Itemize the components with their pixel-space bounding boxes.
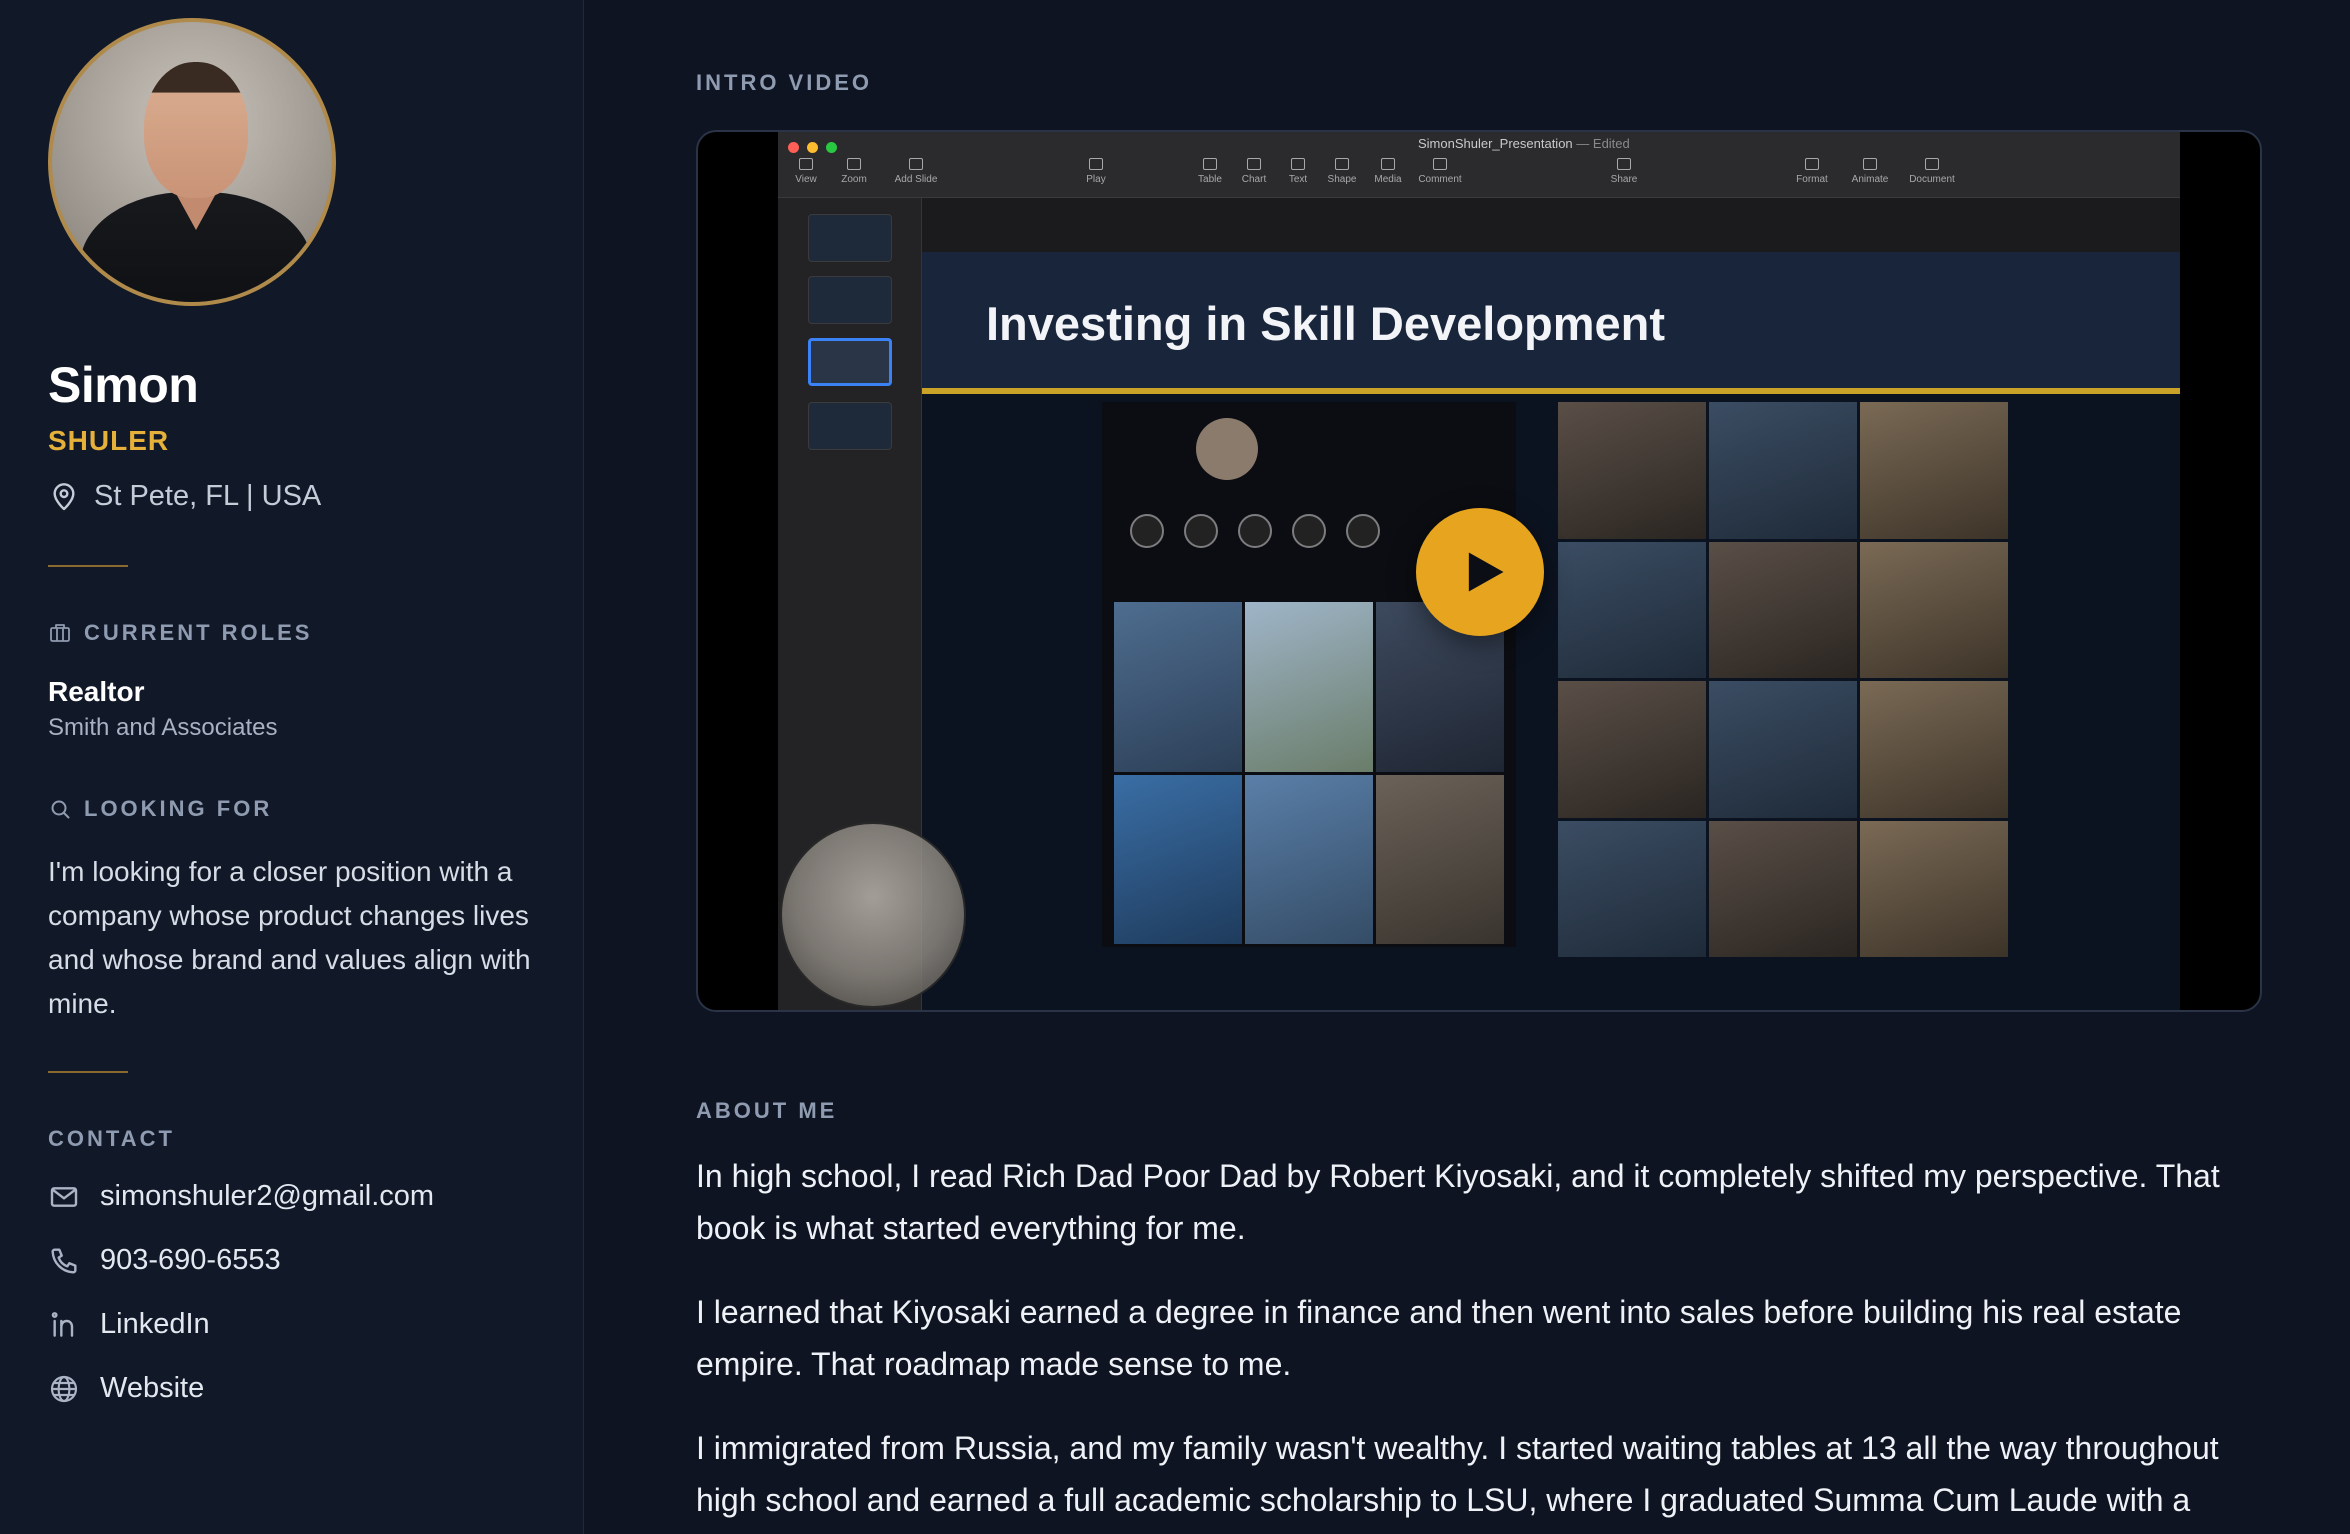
profile-first-name: Simon	[48, 357, 199, 413]
profile-main: INTRO VIDEO SimonShuler_Presentation — E…	[585, 0, 2350, 1534]
collage-tile	[1709, 820, 1857, 957]
slide-thumbnail-collage	[1558, 402, 2008, 957]
contact-phone[interactable]: 903-690-6553	[100, 1244, 281, 1277]
profile-page: Simon SHULER St Pete, FL | USA CURRENT R…	[0, 0, 2350, 1534]
ig-post	[1245, 602, 1373, 772]
slide-header: Investing in Skill Development	[922, 252, 2180, 394]
keynote-tools: View Zoom Add Slide Play Table Chart Tex…	[778, 158, 2180, 194]
current-roles-label: CURRENT ROLES	[84, 620, 313, 645]
tool-media: Media	[1358, 158, 1418, 185]
keynote-window-title: SimonShuler_Presentation — Edited	[1418, 136, 1630, 151]
tool-play: Play	[1066, 158, 1126, 185]
mail-icon	[50, 1186, 78, 1207]
contact-label: CONTACT	[48, 1126, 175, 1151]
contact-email-link[interactable]: simonshuler2@gmail.com	[48, 1180, 434, 1213]
ig-avatar	[1196, 418, 1258, 480]
ig-post	[1376, 774, 1504, 944]
ig-post-grid	[1114, 602, 1504, 944]
profile-last-name: SHULER	[48, 425, 170, 456]
intro-video-player[interactable]: SimonShuler_Presentation — Edited View Z…	[696, 130, 2262, 1012]
role-company: Smith and Associates	[48, 714, 278, 741]
about-paragraph: In high school, I read Rich Dad Poor Dad…	[696, 1158, 2220, 1246]
map-pin-icon	[53, 482, 75, 510]
avatar	[48, 18, 336, 306]
tool-comment: Comment	[1410, 158, 1470, 185]
tool-add-slide: Add Slide	[886, 158, 946, 185]
ig-post	[1245, 774, 1373, 944]
slide-thumbnail	[808, 276, 892, 324]
play-button[interactable]	[1416, 508, 1544, 636]
ig-highlight	[1238, 514, 1272, 548]
divider	[48, 1071, 128, 1073]
slide-thumbnail-selected	[808, 338, 892, 386]
looking-for-text: I'm looking for a closer position with a…	[48, 856, 531, 1019]
section-looking-for: LOOKING FOR	[48, 796, 272, 822]
about-paragraph: I immigrated from Russia, and my family …	[696, 1430, 2219, 1518]
ig-highlight	[1184, 514, 1218, 548]
about-paragraph: I learned that Kiyosaki earned a degree …	[696, 1294, 2182, 1382]
ig-highlight	[1130, 514, 1164, 548]
tool-zoom: Zoom	[824, 158, 884, 185]
about-me-label: ABOUT ME	[696, 1098, 838, 1123]
ig-post	[1114, 774, 1242, 944]
contact-email[interactable]: simonshuler2@gmail.com	[100, 1180, 434, 1213]
window-controls	[788, 142, 837, 153]
contact-website-link[interactable]: Website	[48, 1372, 204, 1405]
keynote-file-name: SimonShuler_Presentation	[1418, 136, 1573, 151]
minimize-dot-icon	[807, 142, 818, 153]
collage-tile	[1860, 402, 2008, 539]
play-icon	[1468, 552, 1504, 592]
profile-location: St Pete, FL | USA	[48, 480, 321, 513]
keynote-slide: Investing in Skill Development	[922, 252, 2180, 1010]
ig-highlight	[1292, 514, 1326, 548]
intro-video-label: INTRO VIDEO	[696, 70, 873, 95]
search-icon	[51, 800, 70, 819]
linkedin-icon	[51, 1311, 74, 1337]
ig-post	[1114, 602, 1242, 772]
contact-linkedin-link[interactable]: LinkedIn	[48, 1308, 210, 1341]
location-text: St Pete, FL | USA	[94, 480, 322, 512]
collage-tile	[1860, 541, 2008, 678]
phone-icon	[51, 1247, 77, 1274]
contact-phone-link[interactable]: 903-690-6553	[48, 1244, 281, 1277]
collage-tile	[1860, 820, 2008, 957]
collage-tile	[1709, 681, 1857, 818]
looking-for-label: LOOKING FOR	[84, 796, 273, 821]
section-current-roles: CURRENT ROLES	[48, 620, 312, 646]
contact-website[interactable]: Website	[100, 1372, 204, 1405]
tool-document: Document	[1902, 158, 1962, 185]
collage-tile	[1558, 681, 1706, 818]
globe-icon	[50, 1375, 78, 1402]
slide-instagram-screenshot	[1102, 402, 1516, 947]
keynote-toolbar: SimonShuler_Presentation — Edited View Z…	[778, 132, 2180, 198]
avatar-head	[144, 62, 248, 198]
keynote-edited-status: — Edited	[1576, 136, 1630, 151]
contact-linkedin[interactable]: LinkedIn	[100, 1308, 210, 1341]
collage-tile	[1709, 402, 1857, 539]
divider	[48, 565, 128, 567]
tool-animate: Animate	[1840, 158, 1900, 185]
webcam-overlay	[780, 822, 966, 1008]
slide-title: Investing in Skill Development	[986, 297, 1666, 350]
collage-tile	[1709, 541, 1857, 678]
close-dot-icon	[788, 142, 799, 153]
profile-sidebar: Simon SHULER St Pete, FL | USA CURRENT R…	[0, 0, 584, 1534]
zoom-dot-icon	[826, 142, 837, 153]
collage-tile	[1860, 681, 2008, 818]
ig-highlight	[1346, 514, 1380, 548]
slide-thumbnail	[808, 402, 892, 450]
tool-share: Share	[1594, 158, 1654, 185]
tool-format: Format	[1782, 158, 1842, 185]
collage-tile	[1558, 402, 1706, 539]
slide-thumbnail	[808, 214, 892, 262]
briefcase-icon	[50, 624, 70, 642]
collage-tile	[1558, 820, 1706, 957]
about-me-text: In high school, I read Rich Dad Poor Dad…	[696, 1150, 2256, 1534]
section-contact: CONTACT	[48, 1126, 175, 1152]
role-title: Realtor	[48, 676, 145, 707]
collage-tile	[1558, 541, 1706, 678]
